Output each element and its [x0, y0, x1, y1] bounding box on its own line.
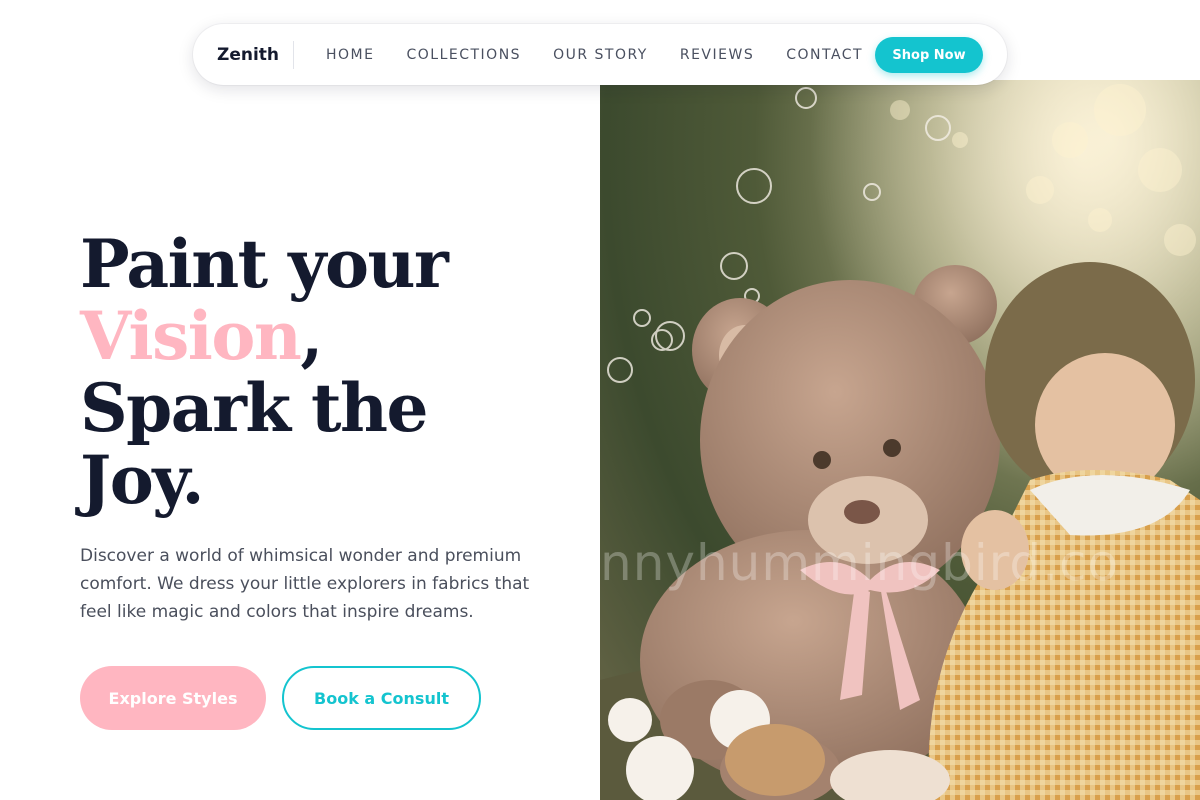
shop-now-button[interactable]: Shop Now: [875, 37, 983, 73]
hero-title: Paint your Vision, Spark the Joy.: [80, 228, 580, 516]
nav-link-contact[interactable]: CONTACT: [786, 47, 863, 63]
hero-photo-illustration: [600, 80, 1200, 800]
image-watermark: nnyhummingbird.co: [600, 534, 1120, 592]
hero-photo: nnyhummingbird.co: [600, 80, 1200, 800]
book-consult-button[interactable]: Book a Consult: [282, 666, 481, 730]
nav-links: HOME COLLECTIONS OUR STORY REVIEWS CONTA…: [326, 24, 895, 85]
nav-divider: [293, 41, 294, 69]
nav-link-reviews[interactable]: REVIEWS: [680, 47, 754, 63]
nav-link-home[interactable]: HOME: [326, 47, 374, 63]
navbar: Zenith HOME COLLECTIONS OUR STORY REVIEW…: [193, 24, 1007, 85]
hero-comma: ,: [300, 297, 323, 375]
hero-title-line-2: Vision,: [80, 300, 580, 372]
hero-title-line-1: Paint your: [80, 225, 449, 303]
brand-logo[interactable]: Zenith: [217, 45, 279, 65]
nav-link-collections[interactable]: COLLECTIONS: [406, 47, 521, 63]
hero-description: Discover a world of whimsical wonder and…: [80, 546, 530, 622]
hero-title-line-4: Joy.: [80, 441, 205, 519]
hero-accent-word: Vision: [80, 297, 302, 375]
nav-link-our-story[interactable]: OUR STORY: [553, 47, 648, 63]
explore-styles-button[interactable]: Explore Styles: [80, 666, 266, 730]
hero-title-line-3: Spark the: [80, 369, 429, 447]
